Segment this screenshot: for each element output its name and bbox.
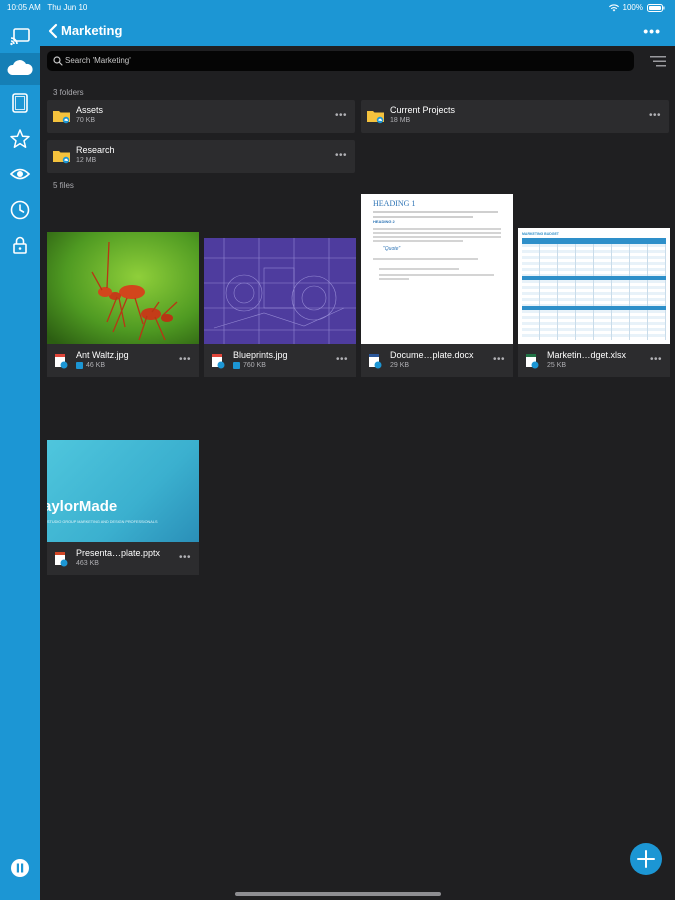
add-button[interactable] bbox=[630, 843, 662, 875]
file-thumbnail-ant bbox=[47, 232, 199, 344]
item-more-button[interactable]: ••• bbox=[649, 110, 661, 121]
sort-icon[interactable] bbox=[650, 55, 666, 68]
file-info-bar: Ant Waltz.jpg 46 KB ••• bbox=[47, 344, 199, 377]
home-indicator bbox=[235, 892, 441, 896]
file-size: 760 KB bbox=[243, 362, 266, 369]
file-size: 25 KB bbox=[547, 362, 567, 369]
file-thumbnail-xlsx: MARKETING BUDGET bbox=[518, 228, 670, 344]
item-more-button[interactable]: ••• bbox=[179, 354, 191, 365]
file-size-row: 29 KB bbox=[390, 362, 409, 369]
folder-item[interactable]: Research 12 MB ••• bbox=[47, 140, 355, 173]
file-name: Presenta…plate.pptx bbox=[76, 548, 161, 558]
pptx-title: aylorMade bbox=[47, 498, 118, 515]
lock-icon[interactable] bbox=[9, 234, 31, 256]
file-size-row: 46 KB bbox=[76, 362, 105, 369]
folder-item[interactable]: Assets 70 KB ••• bbox=[47, 100, 355, 133]
synced-check-icon bbox=[76, 362, 83, 369]
folder-item[interactable]: Current Projects 18 MB ••• bbox=[361, 100, 669, 133]
file-info-bar: Presenta…plate.pptx 463 KB ••• bbox=[47, 542, 199, 575]
plus-icon bbox=[637, 850, 655, 868]
synced-check-icon bbox=[233, 362, 240, 369]
file-size: 46 KB bbox=[86, 362, 106, 369]
file-info-bar: Marketin…dget.xlsx 25 KB ••• bbox=[518, 344, 670, 377]
search-icon bbox=[53, 56, 63, 66]
battery-icon bbox=[647, 4, 665, 12]
folder-size: 12 MB bbox=[76, 157, 97, 164]
xlsx-title: MARKETING BUDGET bbox=[522, 232, 559, 236]
file-item[interactable]: Ant Waltz.jpg 46 KB ••• bbox=[47, 232, 199, 377]
folders-count-label: 3 folders bbox=[53, 88, 84, 97]
item-more-button[interactable]: ••• bbox=[336, 354, 348, 365]
search-placeholder: Search 'Marketing' bbox=[65, 56, 131, 65]
word-file-icon bbox=[369, 354, 382, 369]
item-more-button[interactable]: ••• bbox=[335, 110, 347, 121]
tablet-icon[interactable] bbox=[9, 92, 31, 114]
cast-icon[interactable] bbox=[9, 26, 31, 48]
item-more-button[interactable]: ••• bbox=[650, 354, 662, 365]
doc-heading-2: HEADING 2 bbox=[373, 219, 395, 224]
file-item[interactable]: aylorMade STUDIO GROUP MARKETING AND DES… bbox=[47, 440, 199, 575]
file-info-bar: Docume…plate.docx 29 KB ••• bbox=[361, 344, 513, 377]
status-right: 100% bbox=[608, 0, 665, 16]
file-item[interactable]: Blueprints.jpg 760 KB ••• bbox=[204, 238, 356, 377]
wifi-icon bbox=[608, 4, 619, 12]
doc-heading-1: HEADING 1 bbox=[373, 199, 416, 208]
status-time: 10:05 AM bbox=[7, 3, 41, 12]
file-info-bar: Blueprints.jpg 760 KB ••• bbox=[204, 344, 356, 377]
clock-icon[interactable] bbox=[9, 199, 31, 221]
status-date: Thu Jun 10 bbox=[47, 3, 88, 12]
pptx-subtitle: STUDIO GROUP MARKETING AND DESIGN PROFES… bbox=[47, 520, 158, 524]
sidebar-item-cloud[interactable] bbox=[0, 53, 40, 85]
cloud-icon bbox=[7, 60, 33, 75]
star-icon[interactable] bbox=[9, 128, 31, 150]
folder-name: Assets bbox=[76, 105, 104, 115]
page-title: Marketing bbox=[61, 23, 123, 38]
files-count-label: 5 files bbox=[53, 181, 74, 190]
file-size-row: 463 KB bbox=[76, 560, 99, 567]
file-item[interactable]: HEADING 1 HEADING 2 "Quote" Docume…plate… bbox=[361, 194, 513, 377]
item-more-button[interactable]: ••• bbox=[179, 552, 191, 563]
excel-file-icon bbox=[526, 354, 539, 369]
header: Marketing ••• bbox=[40, 16, 675, 46]
eye-icon[interactable] bbox=[9, 163, 31, 185]
back-chevron-icon[interactable] bbox=[46, 22, 60, 40]
folder-name: Current Projects bbox=[390, 105, 456, 115]
file-size-row: 25 KB bbox=[547, 362, 566, 369]
file-thumbnail-pptx: aylorMade STUDIO GROUP MARKETING AND DES… bbox=[47, 440, 199, 542]
file-size: 29 KB bbox=[390, 362, 410, 369]
folder-size: 70 KB bbox=[76, 117, 96, 124]
folder-icon bbox=[53, 151, 70, 164]
search-input[interactable]: Search 'Marketing' bbox=[47, 51, 634, 71]
pause-icon[interactable] bbox=[10, 858, 30, 878]
item-more-button[interactable]: ••• bbox=[493, 354, 505, 365]
image-file-icon bbox=[212, 354, 225, 369]
image-file-icon bbox=[55, 354, 68, 369]
more-options-button[interactable]: ••• bbox=[643, 23, 661, 39]
file-thumbnail-docx: HEADING 1 HEADING 2 "Quote" bbox=[361, 194, 513, 344]
file-name: Blueprints.jpg bbox=[233, 350, 288, 360]
powerpoint-file-icon bbox=[55, 552, 68, 567]
folder-icon bbox=[367, 111, 384, 124]
file-size: 463 KB bbox=[76, 560, 99, 567]
file-name: Marketin…dget.xlsx bbox=[547, 350, 627, 360]
file-thumbnail-blueprint bbox=[204, 238, 356, 344]
folder-name: Research bbox=[76, 145, 115, 155]
file-name: Ant Waltz.jpg bbox=[76, 350, 129, 360]
folder-icon bbox=[53, 111, 70, 124]
battery-percent: 100% bbox=[622, 3, 643, 12]
status-time-date: 10:05 AM Thu Jun 10 bbox=[7, 0, 87, 16]
folder-size: 18 MB bbox=[390, 117, 411, 124]
item-more-button[interactable]: ••• bbox=[335, 150, 347, 161]
file-item[interactable]: MARKETING BUDGET Marketin…dget.xlsx 25 K… bbox=[518, 228, 670, 377]
status-bar: 10:05 AM Thu Jun 10 100% bbox=[0, 0, 675, 16]
file-size-row: 760 KB bbox=[233, 362, 266, 369]
sidebar bbox=[0, 16, 40, 900]
doc-quote: "Quote" bbox=[383, 246, 401, 252]
file-name: Docume…plate.docx bbox=[390, 350, 474, 360]
